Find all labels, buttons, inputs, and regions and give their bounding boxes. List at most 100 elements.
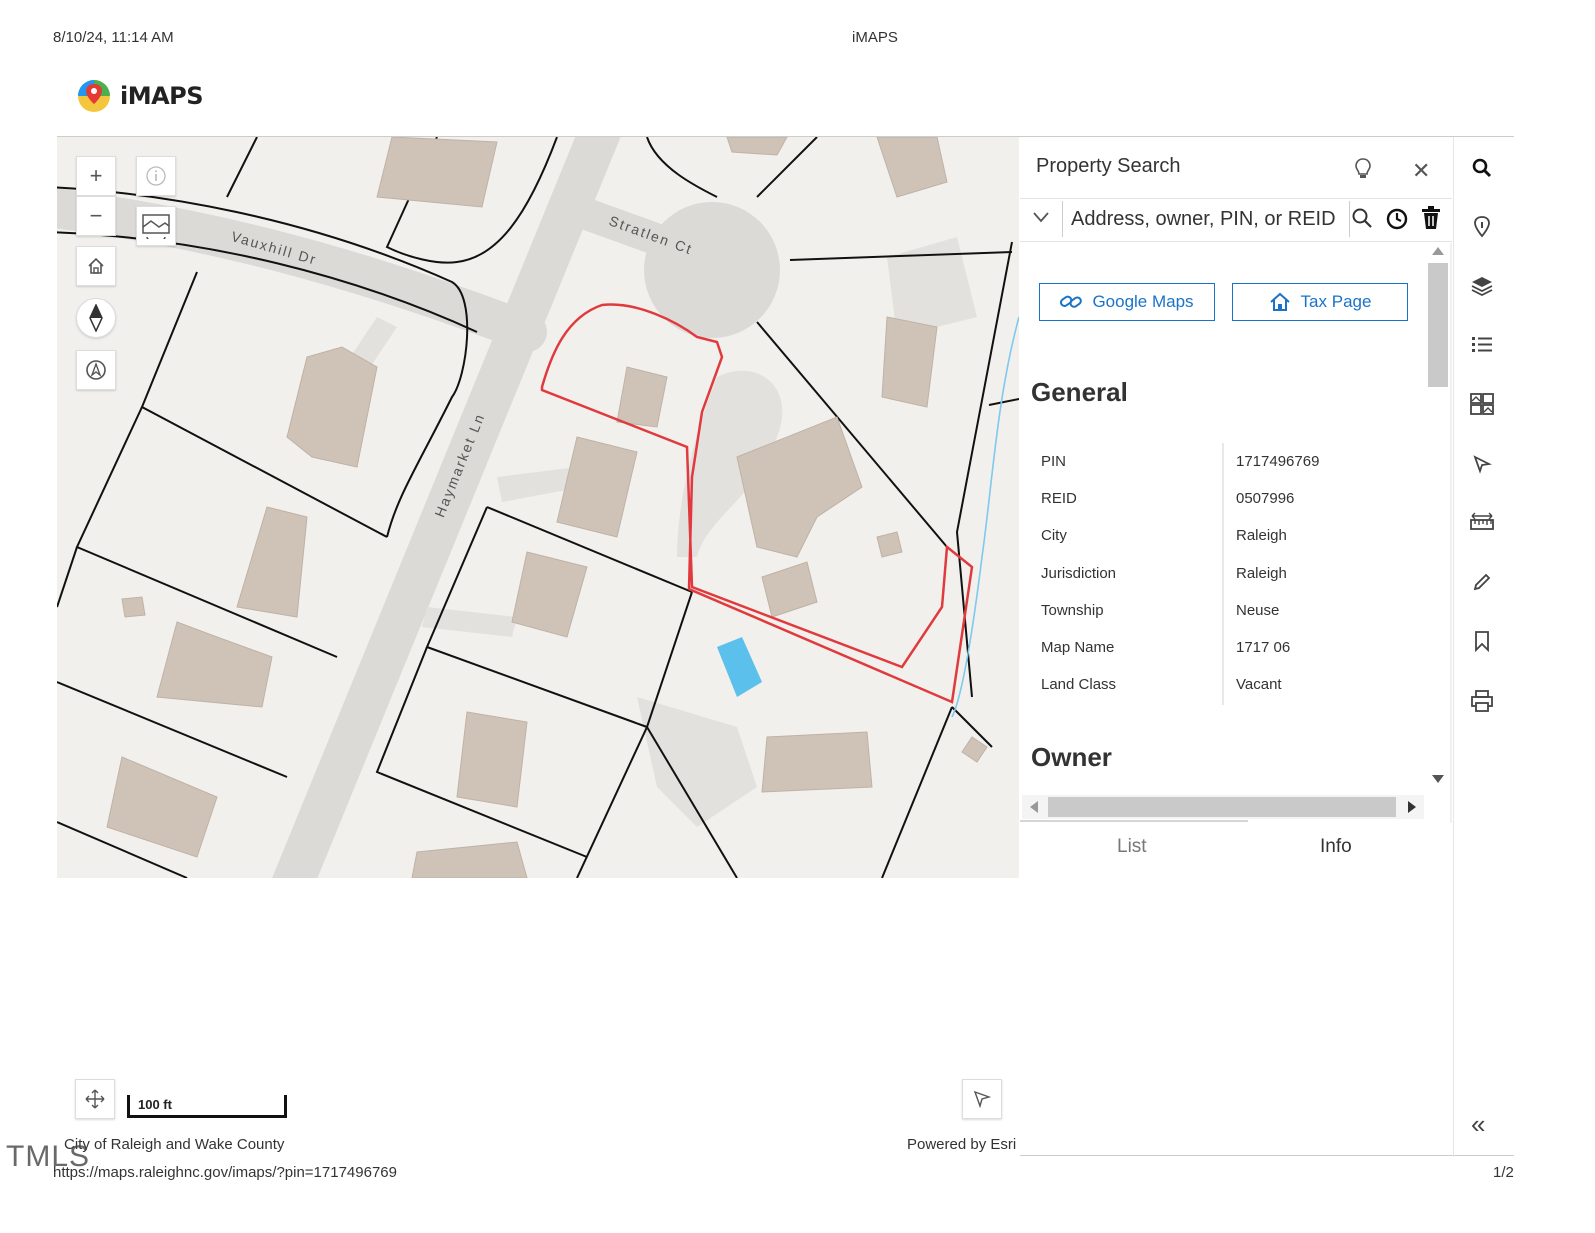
sidebar-layers-button[interactable] — [1468, 272, 1496, 300]
footer-divider — [1020, 1155, 1514, 1156]
row-label-map-name: Map Name — [1041, 639, 1115, 656]
zoom-out-button[interactable]: − — [76, 196, 116, 236]
vertical-scroll-thumb[interactable] — [1428, 263, 1448, 387]
scroll-down-arrow[interactable] — [1432, 775, 1444, 783]
sidebar-search-button[interactable] — [1468, 154, 1496, 182]
collapse-sidebar-button[interactable]: « — [1471, 1109, 1485, 1140]
chevron-down-icon — [1033, 212, 1049, 223]
sidebar-bookmarks-button[interactable] — [1468, 627, 1496, 655]
row-value-map-name: 1717 06 — [1236, 639, 1291, 656]
sidebar-basemaps-button[interactable] — [1468, 390, 1496, 418]
tmls-watermark: TMLS — [6, 1140, 91, 1173]
print-page-number: 1/2 — [1493, 1164, 1514, 1181]
locate-icon — [86, 360, 106, 380]
tab-list[interactable]: List — [1117, 836, 1147, 858]
tab-info[interactable]: Info — [1320, 836, 1352, 858]
cursor-icon — [973, 1090, 991, 1108]
sidebar-select-button[interactable] — [1468, 450, 1496, 478]
close-icon[interactable]: ✕ — [1412, 158, 1430, 184]
row-value-jurisdiction: Raleigh — [1236, 565, 1287, 582]
row-label-jurisdiction: Jurisdiction — [1041, 565, 1117, 582]
clock-icon — [1386, 208, 1408, 230]
legend-icon — [1472, 337, 1492, 352]
scale-label: 100 ft — [138, 1097, 172, 1112]
esri-attribution: Powered by Esri — [907, 1136, 1017, 1153]
house-icon — [1269, 292, 1290, 311]
tab-list-underline — [1020, 820, 1248, 822]
lightbulb-icon — [1355, 158, 1371, 178]
panel-vertical-scrollbar[interactable] — [1426, 243, 1450, 791]
basemap-icon — [142, 214, 170, 239]
google-maps-label: Google Maps — [1092, 292, 1194, 311]
horizontal-scroll-thumb[interactable] — [1048, 797, 1396, 817]
pan-icon — [85, 1089, 105, 1109]
layers-icon — [1471, 277, 1493, 297]
row-label-township: Township — [1041, 602, 1104, 619]
bookmark-icon — [1475, 631, 1489, 652]
table-divider — [1222, 443, 1224, 705]
row-label-pin: PIN — [1041, 453, 1067, 470]
basemap-icon — [1470, 393, 1494, 415]
compass-button[interactable] — [76, 298, 116, 338]
row-label-land-class: Land Class — [1041, 676, 1117, 693]
tax-page-label: Tax Page — [1300, 292, 1372, 311]
general-heading: General — [1031, 377, 1128, 407]
locate-button[interactable] — [76, 350, 116, 390]
home-icon — [88, 257, 104, 274]
property-search-input[interactable] — [1062, 201, 1350, 237]
select-icon — [1473, 455, 1492, 474]
panel-right-edge — [1450, 243, 1452, 823]
panel-title: Property Search — [1036, 155, 1181, 177]
zoom-in-button[interactable]: + — [76, 156, 116, 196]
search-options-toggle[interactable] — [1032, 210, 1050, 229]
sidebar-print-button[interactable] — [1468, 687, 1496, 715]
sidebar-legend-button[interactable] — [1468, 331, 1496, 359]
search-icon — [1352, 208, 1372, 228]
row-label-reid: REID — [1041, 490, 1077, 507]
row-value-township: Neuse — [1236, 602, 1280, 619]
print-icon — [1471, 690, 1493, 712]
tax-page-button[interactable]: Tax Page — [1232, 283, 1408, 321]
scroll-right-arrow[interactable] — [1408, 801, 1416, 813]
map-canvas — [57, 137, 1019, 878]
row-value-city: Raleigh — [1236, 527, 1287, 544]
print-url: https://maps.raleighnc.gov/imaps/?pin=17… — [53, 1164, 397, 1181]
clear-button[interactable] — [1420, 205, 1442, 236]
link-icon — [1060, 295, 1083, 308]
compass-icon — [89, 304, 103, 332]
panel-horizontal-scrollbar[interactable] — [1022, 795, 1424, 819]
home-button[interactable] — [76, 246, 116, 286]
row-label-city: City — [1041, 527, 1067, 544]
identify-icon — [1474, 216, 1490, 238]
search-icon — [1472, 158, 1492, 178]
row-value-land-class: Vacant — [1236, 676, 1282, 693]
trash-icon — [1422, 206, 1440, 229]
info-icon — [146, 166, 166, 186]
map-attribution: City of Raleigh and Wake County — [64, 1136, 285, 1153]
pencil-icon — [1473, 573, 1491, 591]
imaps-logo[interactable]: iMAPS — [76, 78, 204, 114]
scroll-up-arrow[interactable] — [1432, 247, 1444, 255]
scroll-left-arrow[interactable] — [1030, 801, 1038, 813]
property-search-panel — [1020, 137, 1452, 837]
history-button[interactable] — [1385, 207, 1409, 236]
measure-icon — [1470, 512, 1494, 530]
sidebar-identify-button[interactable] — [1468, 213, 1496, 241]
owner-heading: Owner — [1031, 742, 1112, 772]
print-datetime: 8/10/24, 11:14 AM — [53, 29, 174, 46]
pan-button[interactable] — [75, 1079, 115, 1119]
google-maps-button[interactable]: Google Maps — [1039, 283, 1215, 321]
row-value-pin: 1717496769 — [1236, 453, 1320, 470]
basemap-toggle-button[interactable] — [136, 206, 176, 246]
info-button[interactable] — [136, 156, 176, 196]
row-value-reid: 0507996 — [1236, 490, 1295, 507]
sidebar-draw-button[interactable] — [1468, 568, 1496, 596]
map-view[interactable]: Vauxhill Dr Stratlen Ct Haymarket Ln + − — [57, 137, 1019, 878]
logo-text: iMAPS — [120, 82, 204, 110]
logo-pin-icon — [78, 80, 110, 112]
pool — [717, 637, 762, 697]
sidebar-measure-button[interactable] — [1468, 508, 1496, 536]
tips-button[interactable] — [1352, 156, 1374, 180]
search-submit-button[interactable] — [1350, 206, 1374, 235]
select-tool-button[interactable] — [962, 1079, 1002, 1119]
